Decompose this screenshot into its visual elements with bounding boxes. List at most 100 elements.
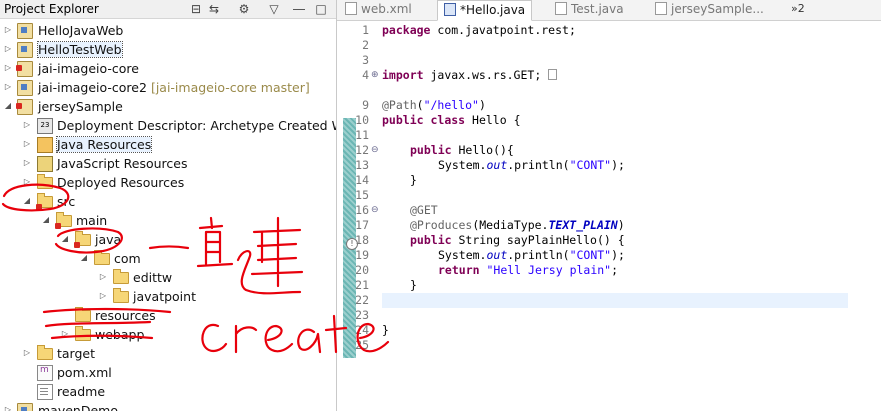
expand-icon[interactable]: ▷ (98, 272, 108, 282)
tree-item-javatpoint[interactable]: ▷ javatpoint (0, 287, 336, 306)
line-number: 20 (355, 263, 369, 277)
expand-icon[interactable]: ▷ (22, 177, 32, 187)
maven-project-error-icon (16, 99, 33, 115)
expand-icon[interactable]: ▷ (3, 63, 13, 73)
folder-icon (113, 269, 129, 284)
line-number: 2 (362, 38, 369, 52)
tree-item-webapp[interactable]: ▷ webapp (0, 325, 336, 344)
code-line-24[interactable]: } (382, 323, 389, 338)
line-number: 1 (362, 23, 369, 37)
fold-collapse-icon[interactable]: ⊖ (371, 203, 379, 218)
code-line-20[interactable]: return "Hell Jersy plain"; (438, 263, 618, 278)
minimize-icon[interactable]: ― (291, 1, 307, 17)
line-number: 13 (355, 158, 369, 172)
tab-jerseysample[interactable]: jerseySample... (655, 0, 764, 19)
line-number: 19 (355, 248, 369, 262)
code-line-4[interactable]: import javax.ws.rs.GET; (382, 68, 558, 83)
line-number: 12 (355, 143, 369, 157)
tree-item-java-resources[interactable]: ▷ Java Resources (0, 135, 336, 154)
expand-icon[interactable]: ▷ (3, 44, 13, 54)
filters-icon[interactable]: ⚙ (236, 1, 252, 17)
tree-item-mavendemo[interactable]: ▷ mavenDemo (0, 401, 336, 411)
project-icon (17, 23, 33, 39)
expand-icon[interactable]: ▷ (22, 348, 32, 358)
code-line-1[interactable]: package com.javatpoint.rest; (382, 23, 576, 38)
tree-item-deployment-descriptor[interactable]: ▷ 23 Deployment Descriptor: Archetype Cr… (0, 116, 336, 135)
maven-pom-icon (655, 2, 667, 15)
line-number: 4 (362, 68, 369, 82)
code-line-12[interactable]: public Hello(){ (410, 143, 514, 158)
code-line-18[interactable]: public String sayPlainHello() { (410, 233, 625, 248)
tree-item-readme[interactable]: readme (0, 382, 336, 401)
collapse-icon[interactable]: ◢ (60, 234, 70, 244)
expand-icon[interactable]: ▷ (3, 405, 13, 411)
tree-item-com[interactable]: ◢ com (0, 249, 336, 268)
tree-item-label: src (57, 194, 76, 209)
tree-item-label: HelloJavaWeb (38, 23, 124, 38)
tree-item-label: webapp (95, 327, 145, 342)
code-line-16[interactable]: @GET (410, 203, 438, 218)
tree-item-label: com (114, 251, 141, 266)
tree-item-target[interactable]: ▷ target (0, 344, 336, 363)
code-area[interactable]: package com.javatpoint.rest; import java… (382, 20, 881, 411)
tree-item-label: javatpoint (133, 289, 196, 304)
tab-hello-java[interactable]: *Hello.java (437, 0, 533, 21)
expand-icon[interactable]: ▷ (3, 25, 13, 35)
folder-error-icon (55, 212, 72, 229)
code-line-10[interactable]: public class Hello { (382, 113, 521, 128)
link-with-editor-icon[interactable]: ⇆ (206, 1, 222, 17)
tree-item-label: JavaScript Resources (57, 156, 188, 171)
code-line-14[interactable]: } (410, 173, 417, 188)
project-explorer-title[interactable]: Project Explorer (4, 2, 99, 16)
tree-item-label: Java Resources (55, 136, 153, 153)
tree-item-jerseysample[interactable]: ◢ jerseySample (0, 97, 336, 116)
tree-item-label: edittw (133, 270, 173, 285)
expand-icon[interactable]: ▷ (22, 120, 32, 130)
code-line-17[interactable]: @Produces(MediaType.TEXT_PLAIN) (410, 218, 625, 233)
tree-item-jai-imageio-core[interactable]: ▷ jai-imageio-core (0, 59, 336, 78)
expand-icon[interactable]: ▷ (60, 329, 70, 339)
expand-icon[interactable]: ▷ (98, 291, 108, 301)
tree-item-resources[interactable]: resources (0, 306, 336, 325)
tree-item-main[interactable]: ◢ main (0, 211, 336, 230)
tree-item-hellotestweb[interactable]: ▷ HelloTestWeb (0, 40, 336, 59)
folder-icon (37, 345, 53, 360)
java-editor: web.xml *Hello.java Test.java jerseySamp… (337, 0, 881, 411)
code-line-19[interactable]: System.out.println("CONT"); (438, 248, 625, 263)
tab-overflow-button[interactable]: »2 (791, 2, 805, 15)
tree-item-label: main (76, 213, 108, 228)
code-line-13[interactable]: System.out.println("CONT"); (438, 158, 625, 173)
tree-item-hellojavaweb[interactable]: ▷ HelloJavaWeb (0, 21, 336, 40)
tree-item-java[interactable]: ◢ java (0, 230, 336, 249)
tab-test-java[interactable]: Test.java (555, 0, 624, 19)
deployed-resources-icon (37, 174, 53, 189)
tree-item-javascript-resources[interactable]: ▷ JavaScript Resources (0, 154, 336, 173)
tab-web-xml[interactable]: web.xml (345, 0, 412, 19)
line-number: 23 (355, 308, 369, 322)
fold-expand-icon[interactable]: ⊕ (371, 68, 379, 83)
tree-item-label-group: jai-imageio-core2 [jai-imageio-core mast… (38, 80, 310, 95)
collapse-all-icon[interactable]: ⊟ (188, 1, 204, 17)
collapse-icon[interactable]: ◢ (41, 215, 51, 225)
line-number: 24 (355, 323, 369, 337)
expand-icon[interactable]: ▷ (22, 139, 32, 149)
tree-item-edittw[interactable]: ▷ edittw (0, 268, 336, 287)
tree-item-jai-imageio-core2[interactable]: ▷ jai-imageio-core2 [jai-imageio-core ma… (0, 78, 336, 97)
tree-item-pom-xml[interactable]: pom.xml (0, 363, 336, 382)
view-menu-icon[interactable]: ▽ (266, 1, 282, 17)
tree-item-label: resources (95, 308, 156, 323)
collapse-icon[interactable]: ◢ (22, 196, 32, 206)
tree-item-deployed-resources[interactable]: ▷ Deployed Resources (0, 173, 336, 192)
maximize-icon[interactable]: □ (313, 1, 329, 17)
code-line-21[interactable]: } (410, 278, 417, 293)
collapse-icon[interactable]: ◢ (3, 101, 13, 111)
code-line-9[interactable]: @Path("/hello") (382, 98, 486, 113)
expand-icon[interactable]: ▷ (3, 82, 13, 92)
tree-item-label: jerseySample (38, 99, 123, 114)
fold-collapse-icon[interactable]: ⊖ (371, 143, 379, 158)
expand-icon[interactable]: ▷ (22, 158, 32, 168)
tree-item-src[interactable]: ◢ src (0, 192, 336, 211)
tree-item-label: java (95, 232, 122, 247)
folded-imports-icon[interactable] (548, 69, 558, 80)
collapse-icon[interactable]: ◢ (79, 253, 89, 263)
